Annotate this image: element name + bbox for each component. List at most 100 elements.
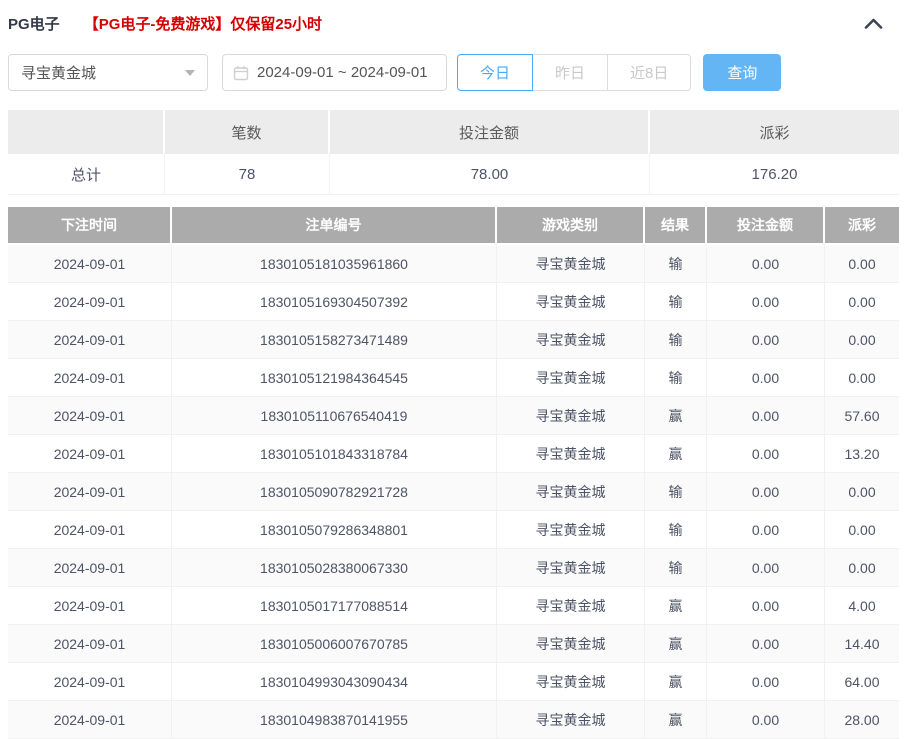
- table-cell: 寻宝黄金城: [497, 625, 645, 662]
- table-row: 2024-09-011830105090782921728寻宝黄金城输0.000…: [8, 473, 899, 511]
- table-cell: 57.60: [825, 397, 899, 434]
- table-header-row: 下注时间 注单编号 游戏类别 结果 投注金额 派彩: [8, 207, 899, 243]
- table-cell: 1830105101843318784: [172, 435, 497, 472]
- summary-table: 笔数 投注金额 派彩 总计 78 78.00 176.20: [8, 110, 899, 195]
- table-cell: 0.00: [707, 321, 825, 358]
- table-row: 2024-09-011830104983870141955寻宝黄金城赢0.002…: [8, 701, 899, 739]
- notice-text: 【PG电子-免费游戏】仅保留25小时: [84, 13, 322, 34]
- table-row: 2024-09-011830105006007670785寻宝黄金城赢0.001…: [8, 625, 899, 663]
- date-range-input[interactable]: 2024-09-01 ~ 2024-09-01: [222, 54, 447, 91]
- column-header-result: 结果: [645, 207, 707, 243]
- table-cell: 输: [645, 511, 707, 548]
- table-cell: 0.00: [707, 663, 825, 700]
- summary-total-label: 总计: [8, 154, 165, 194]
- date-range-value: 2024-09-01 ~ 2024-09-01: [257, 64, 428, 81]
- table-cell: 赢: [645, 397, 707, 434]
- table-cell: 输: [645, 359, 707, 396]
- table-row: 2024-09-011830105110676540419寻宝黄金城赢0.005…: [8, 397, 899, 435]
- table-body: 2024-09-011830105181035961860寻宝黄金城输0.000…: [8, 245, 899, 739]
- page-title: PG电子: [8, 13, 60, 34]
- last-8-days-button[interactable]: 近8日: [607, 54, 691, 91]
- pg-bet-records-panel: PG电子 【PG电子-免费游戏】仅保留25小时 寻宝黄金城 2024-09-01…: [0, 0, 907, 739]
- table-cell: 赢: [645, 435, 707, 472]
- table-cell: 0.00: [825, 473, 899, 510]
- summary-total-row: 总计 78 78.00 176.20: [8, 154, 899, 195]
- table-cell: 1830105121984364545: [172, 359, 497, 396]
- table-cell: 输: [645, 245, 707, 282]
- table-row: 2024-09-011830105028380067330寻宝黄金城输0.000…: [8, 549, 899, 587]
- quick-range-group: 今日 昨日 近8日: [457, 54, 691, 91]
- game-select-value: 寻宝黄金城: [21, 62, 96, 83]
- summary-total-count: 78: [165, 154, 330, 194]
- table-cell: 0.00: [707, 359, 825, 396]
- table-cell: 2024-09-01: [8, 587, 172, 624]
- column-header-bet-amount: 投注金额: [707, 207, 825, 243]
- table-cell: 14.40: [825, 625, 899, 662]
- summary-header-count: 笔数: [165, 110, 330, 154]
- column-header-bet-time: 下注时间: [8, 207, 172, 243]
- table-cell: 寻宝黄金城: [497, 359, 645, 396]
- chevron-up-icon[interactable]: [864, 18, 883, 29]
- table-cell: 2024-09-01: [8, 511, 172, 548]
- table-cell: 0.00: [707, 245, 825, 282]
- table-cell: 0.00: [707, 283, 825, 320]
- summary-header-empty: [8, 110, 165, 154]
- filter-row: 寻宝黄金城 2024-09-01 ~ 2024-09-01 今日 昨日 近8日 …: [8, 54, 899, 91]
- table-cell: 寻宝黄金城: [497, 473, 645, 510]
- table-cell: 输: [645, 283, 707, 320]
- table-cell: 1830104993043090434: [172, 663, 497, 700]
- table-cell: 0.00: [707, 511, 825, 548]
- column-header-bet-id: 注单编号: [172, 207, 497, 243]
- table-cell: 0.00: [707, 587, 825, 624]
- table-cell: 4.00: [825, 587, 899, 624]
- summary-header-bet-amount: 投注金额: [330, 110, 650, 154]
- table-cell: 赢: [645, 663, 707, 700]
- table-cell: 0.00: [707, 625, 825, 662]
- table-cell: 赢: [645, 587, 707, 624]
- table-cell: 2024-09-01: [8, 397, 172, 434]
- game-select[interactable]: 寻宝黄金城: [8, 54, 208, 91]
- table-cell: 13.20: [825, 435, 899, 472]
- today-button[interactable]: 今日: [457, 54, 533, 91]
- table-row: 2024-09-011830105079286348801寻宝黄金城输0.000…: [8, 511, 899, 549]
- table-cell: 2024-09-01: [8, 321, 172, 358]
- table-cell: 赢: [645, 625, 707, 662]
- table-cell: 寻宝黄金城: [497, 245, 645, 282]
- table-row: 2024-09-011830104993043090434寻宝黄金城赢0.006…: [8, 663, 899, 701]
- summary-header-payout: 派彩: [650, 110, 899, 154]
- table-cell: 2024-09-01: [8, 359, 172, 396]
- table-cell: 2024-09-01: [8, 625, 172, 662]
- table-cell: 0.00: [707, 549, 825, 586]
- table-cell: 2024-09-01: [8, 435, 172, 472]
- table-cell: 输: [645, 473, 707, 510]
- table-cell: 寻宝黄金城: [497, 511, 645, 548]
- query-button[interactable]: 查询: [703, 54, 781, 91]
- table-cell: 2024-09-01: [8, 473, 172, 510]
- table-cell: 0.00: [707, 435, 825, 472]
- table-cell: 寻宝黄金城: [497, 587, 645, 624]
- calendar-icon: [233, 65, 249, 81]
- table-row: 2024-09-011830105181035961860寻宝黄金城输0.000…: [8, 245, 899, 283]
- table-cell: 输: [645, 321, 707, 358]
- table-cell: 输: [645, 549, 707, 586]
- table-cell: 64.00: [825, 663, 899, 700]
- table-cell: 0.00: [707, 473, 825, 510]
- table-cell: 1830105169304507392: [172, 283, 497, 320]
- table-cell: 2024-09-01: [8, 283, 172, 320]
- yesterday-button[interactable]: 昨日: [532, 54, 608, 91]
- table-cell: 寻宝黄金城: [497, 549, 645, 586]
- table-cell: 寻宝黄金城: [497, 435, 645, 472]
- table-cell: 2024-09-01: [8, 663, 172, 700]
- table-row: 2024-09-011830105101843318784寻宝黄金城赢0.001…: [8, 435, 899, 473]
- column-header-payout: 派彩: [825, 207, 899, 243]
- table-cell: 2024-09-01: [8, 245, 172, 282]
- table-cell: 1830105181035961860: [172, 245, 497, 282]
- table-cell: 0.00: [707, 397, 825, 434]
- summary-header-row: 笔数 投注金额 派彩: [8, 110, 899, 154]
- table-cell: 0.00: [825, 359, 899, 396]
- table-cell: 2024-09-01: [8, 549, 172, 586]
- table-cell: 0.00: [825, 511, 899, 548]
- table-row: 2024-09-011830105158273471489寻宝黄金城输0.000…: [8, 321, 899, 359]
- table-cell: 1830105028380067330: [172, 549, 497, 586]
- summary-total-bet-amount: 78.00: [330, 154, 650, 194]
